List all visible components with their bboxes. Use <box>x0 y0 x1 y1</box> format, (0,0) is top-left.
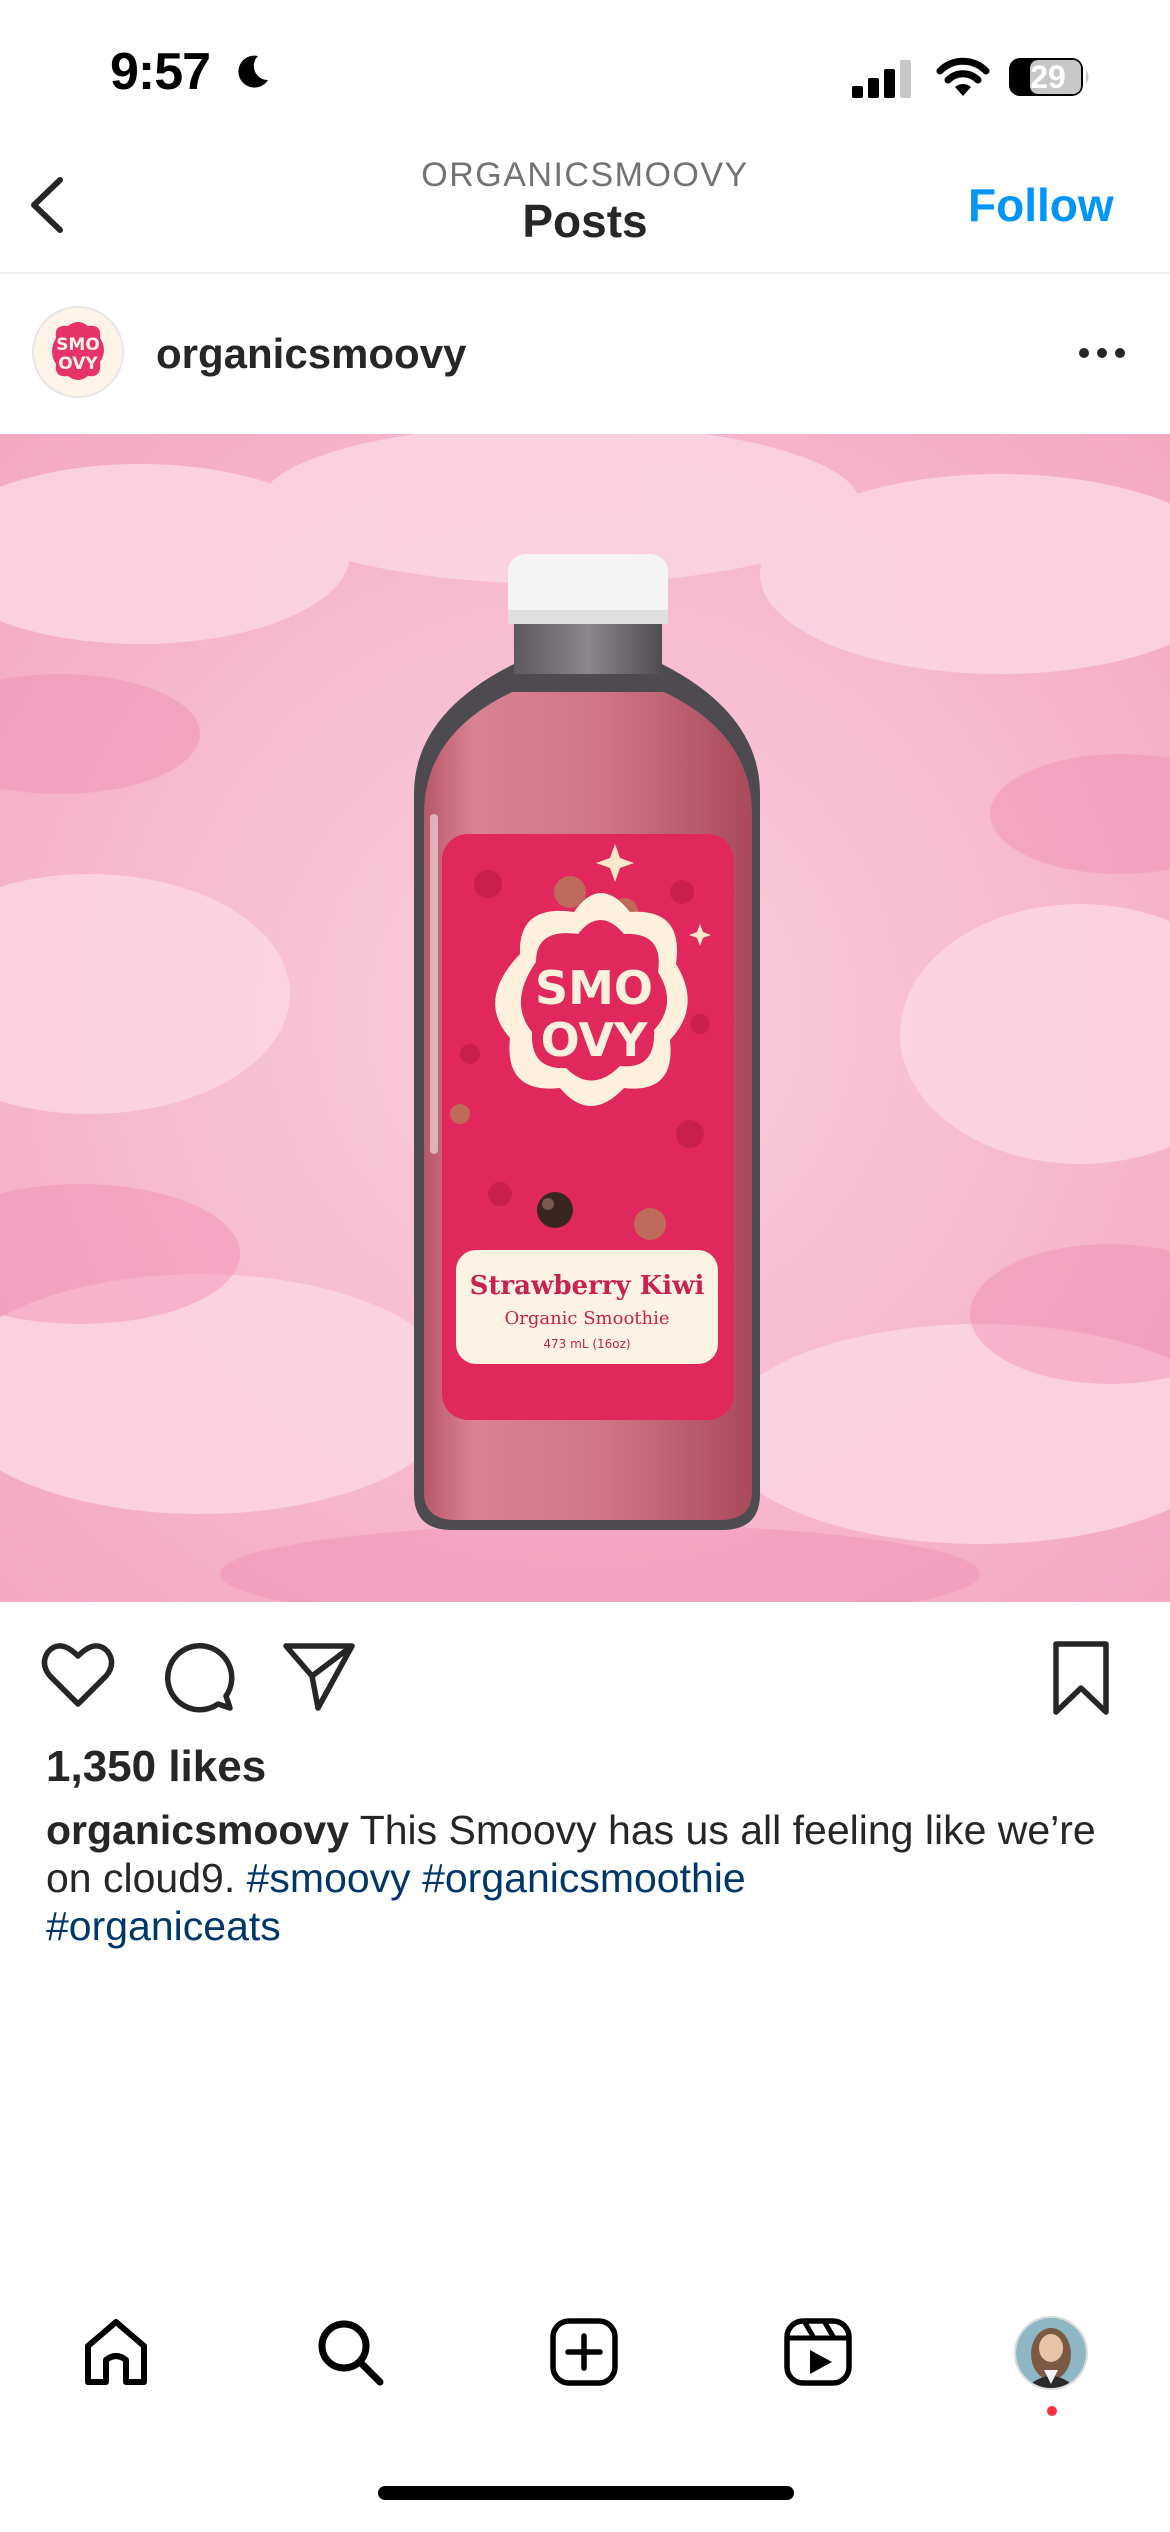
hashtag-organicsmoothie[interactable]: #organicsmoothie <box>422 1855 746 1901</box>
hashtag-smoovy[interactable]: #smoovy <box>247 1855 411 1901</box>
search-icon[interactable] <box>314 2316 386 2388</box>
caption-username[interactable]: organicsmoovy <box>46 1807 349 1853</box>
status-time: 9:57 <box>110 43 211 101</box>
home-icon[interactable] <box>80 2316 152 2388</box>
likes-count[interactable]: 1,350 likes <box>46 1742 266 1792</box>
post-image[interactable]: SMO OVY Strawberry Kiwi Organic Smoothie… <box>0 434 1170 1602</box>
post-caption: organicsmoovy This Smoovy has us all fee… <box>46 1806 1116 1950</box>
heart-icon[interactable] <box>40 1640 116 1710</box>
header-divider <box>0 272 1170 274</box>
moon-icon <box>238 55 268 88</box>
smoovy-logo-icon: SMO OVY <box>34 308 122 396</box>
wifi-icon <box>936 57 990 96</box>
bottle-brand-bottom: OVY <box>541 1013 648 1067</box>
svg-text:SMO: SMO <box>56 335 100 355</box>
hashtag-organiceats[interactable]: #organiceats <box>46 1903 281 1949</box>
reels-icon[interactable] <box>782 2316 854 2388</box>
ellipsis-icon[interactable] <box>1074 336 1130 370</box>
profile-avatar[interactable] <box>1014 2316 1088 2390</box>
comment-icon[interactable] <box>160 1638 236 1714</box>
follow-button[interactable]: Follow <box>968 178 1114 232</box>
bottle-flavor: Strawberry Kiwi <box>470 1271 705 1301</box>
signal-icon <box>852 60 911 98</box>
bottle-volume: 473 mL (16oz) <box>543 1337 630 1351</box>
create-icon[interactable] <box>548 2316 620 2388</box>
status-bar: 9:57 29 <box>0 0 1170 150</box>
notification-dot <box>1047 2406 1057 2416</box>
avatar[interactable]: SMO OVY <box>32 306 124 398</box>
battery-icon: 29 <box>1008 56 1092 98</box>
bookmark-icon[interactable] <box>1048 1638 1114 1718</box>
bottle-brand-top: SMO <box>535 961 653 1015</box>
svg-text:OVY: OVY <box>58 354 98 374</box>
home-indicator <box>378 2486 794 2500</box>
bottle-product: Organic Smoothie <box>504 1308 669 1329</box>
share-icon[interactable] <box>280 1638 358 1714</box>
post-username[interactable]: organicsmoovy <box>156 330 466 378</box>
battery-level: 29 <box>1030 59 1066 95</box>
